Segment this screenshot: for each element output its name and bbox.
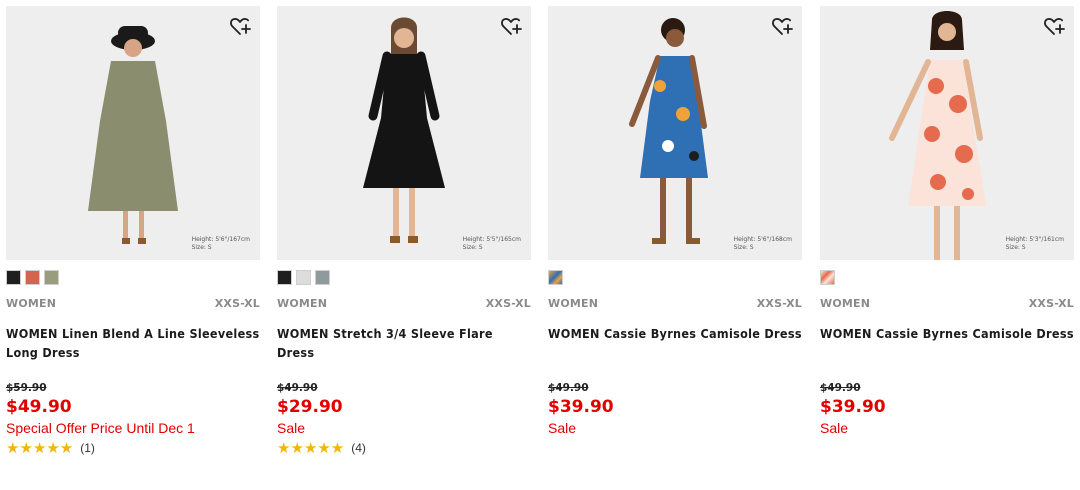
heart-plus-icon bbox=[501, 18, 522, 35]
size-range: XXS-XL bbox=[1028, 297, 1074, 310]
color-swatch[interactable] bbox=[25, 270, 40, 285]
color-swatch[interactable] bbox=[548, 270, 563, 285]
model-figure bbox=[88, 26, 178, 244]
sale-price: $39.90 bbox=[820, 397, 886, 417]
model-measurements: Height: 5'3"/161cm Size: S bbox=[1006, 236, 1064, 252]
model-height: Height: 5'3"/161cm bbox=[1005, 236, 1064, 243]
product-name[interactable]: WOMEN Cassie Byrnes Camisole Dress bbox=[548, 324, 802, 376]
product-meta: WOMEN XXS-XL bbox=[277, 297, 531, 310]
model-measurements: Height: 5'5"/165cm Size: S bbox=[463, 236, 521, 252]
product-photo[interactable]: Height: 5'6"/168cm Size: S bbox=[548, 6, 802, 260]
original-price: $59.90 bbox=[6, 382, 47, 394]
product-card[interactable]: Height: 5'6"/168cm Size: S WOMEN XXS-XL … bbox=[548, 6, 802, 486]
gender-label: WOMEN bbox=[6, 297, 57, 310]
product-name[interactable]: WOMEN Cassie Byrnes Camisole Dress bbox=[820, 324, 1074, 376]
add-to-wishlist-button[interactable] bbox=[228, 14, 252, 38]
add-to-wishlist-button[interactable] bbox=[499, 14, 523, 38]
sale-price: $39.90 bbox=[548, 397, 614, 417]
product-name[interactable]: WOMEN Linen Blend A Line Sleeveless Long… bbox=[6, 324, 260, 376]
color-swatch[interactable] bbox=[820, 270, 835, 285]
original-price: $49.90 bbox=[820, 382, 861, 394]
color-swatch[interactable] bbox=[44, 270, 59, 285]
original-price: $49.90 bbox=[277, 382, 318, 394]
gender-label: WOMEN bbox=[820, 297, 871, 310]
model-height: Height: 5'6"/167cm bbox=[191, 236, 250, 243]
star-icon: ★★★★★ bbox=[277, 438, 345, 457]
model-size: Size: S bbox=[191, 244, 212, 251]
promo-flag: Sale bbox=[277, 420, 306, 436]
color-swatch[interactable] bbox=[315, 270, 330, 285]
add-to-wishlist-button[interactable] bbox=[770, 14, 794, 38]
gender-label: WOMEN bbox=[277, 297, 328, 310]
model-figure bbox=[889, 11, 986, 260]
product-photo[interactable]: Height: 5'6"/167cm Size: S bbox=[6, 6, 260, 260]
product-name[interactable]: WOMEN Stretch 3/4 Sleeve Flare Dress bbox=[277, 324, 531, 376]
heart-plus-icon bbox=[230, 18, 251, 35]
product-photo[interactable]: Height: 5'3"/161cm Size: S bbox=[820, 6, 1074, 260]
color-swatches bbox=[6, 270, 260, 285]
model-measurements: Height: 5'6"/168cm Size: S bbox=[734, 236, 792, 252]
model-height: Height: 5'6"/168cm bbox=[733, 236, 792, 243]
product-card[interactable]: Height: 5'3"/161cm Size: S WOMEN XXS-XL … bbox=[820, 6, 1074, 486]
rating[interactable]: ★★★★★ (4) bbox=[277, 440, 531, 456]
add-to-wishlist-button[interactable] bbox=[1042, 14, 1066, 38]
product-meta: WOMEN XXS-XL bbox=[820, 297, 1074, 310]
color-swatches bbox=[548, 270, 802, 285]
heart-plus-icon bbox=[1044, 18, 1065, 35]
product-photo[interactable]: Height: 5'5"/165cm Size: S bbox=[277, 6, 531, 260]
color-swatches bbox=[820, 270, 1074, 285]
model-figure bbox=[363, 17, 445, 243]
product-card[interactable]: Height: 5'5"/165cm Size: S WOMEN XXS-XL … bbox=[277, 6, 531, 486]
promo-flag: Sale bbox=[548, 420, 577, 436]
size-range: XXS-XL bbox=[756, 297, 802, 310]
model-size: Size: S bbox=[733, 244, 754, 251]
gender-label: WOMEN bbox=[548, 297, 599, 310]
model-size: Size: S bbox=[462, 244, 483, 251]
product-card[interactable]: Height: 5'6"/167cm Size: S WOMEN XXS-XL … bbox=[6, 6, 260, 486]
review-count: (4) bbox=[351, 441, 366, 455]
promo-flag: Special Offer Price Until Dec 1 bbox=[6, 420, 195, 436]
model-measurements: Height: 5'6"/167cm Size: S bbox=[192, 236, 250, 252]
promo-flag: Sale bbox=[820, 420, 849, 436]
color-swatch[interactable] bbox=[296, 270, 311, 285]
original-price: $49.90 bbox=[548, 382, 589, 394]
color-swatches bbox=[277, 270, 531, 285]
product-meta: WOMEN XXS-XL bbox=[6, 297, 260, 310]
model-figure bbox=[629, 18, 708, 244]
star-icon: ★★★★★ bbox=[6, 438, 74, 457]
size-range: XXS-XL bbox=[214, 297, 260, 310]
size-range: XXS-XL bbox=[485, 297, 531, 310]
product-meta: WOMEN XXS-XL bbox=[548, 297, 802, 310]
color-swatch[interactable] bbox=[6, 270, 21, 285]
model-size: Size: S bbox=[1005, 244, 1026, 251]
sale-price: $49.90 bbox=[6, 397, 72, 417]
heart-plus-icon bbox=[772, 18, 793, 35]
color-swatch[interactable] bbox=[277, 270, 292, 285]
sale-price: $29.90 bbox=[277, 397, 343, 417]
product-grid: Height: 5'6"/167cm Size: S WOMEN XXS-XL … bbox=[0, 0, 1080, 490]
review-count: (1) bbox=[80, 441, 95, 455]
rating[interactable]: ★★★★★ (1) bbox=[6, 440, 260, 456]
model-height: Height: 5'5"/165cm bbox=[462, 236, 521, 243]
